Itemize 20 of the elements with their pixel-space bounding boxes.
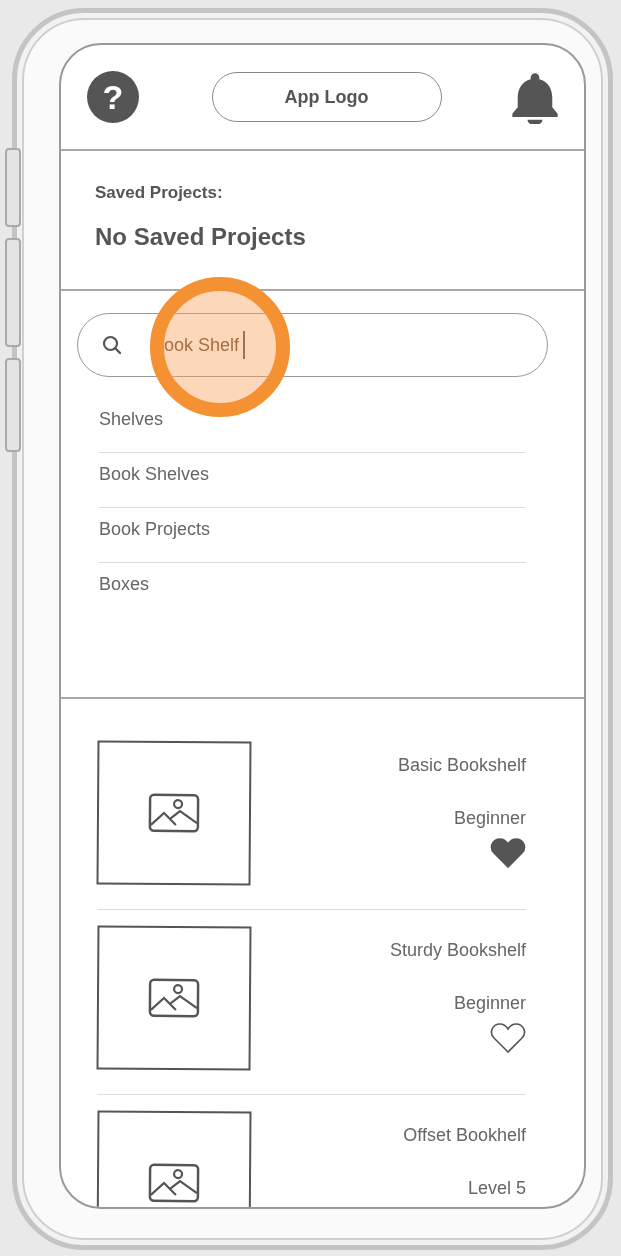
empty-message: No Saved Projects [95, 223, 307, 251]
section-label: Saved Projects: [95, 183, 224, 203]
suggestion-item[interactable]: Book Shelves [99, 441, 526, 508]
image-icon [147, 792, 201, 834]
heart-outline-icon[interactable] [490, 1022, 526, 1054]
text-cursor [243, 331, 245, 359]
suggestion-item[interactable]: Shelves [99, 386, 526, 453]
difficulty-label: Beginner [453, 993, 526, 1014]
search-icon [102, 335, 122, 355]
difficulty-label: Beginner [453, 808, 526, 829]
image-icon [147, 1162, 201, 1204]
help-icon[interactable]: ? [87, 71, 139, 123]
suggestion-item[interactable]: Book Projects [99, 496, 526, 563]
project-title[interactable]: Sturdy Bookshelf [389, 940, 526, 961]
difficulty-label: Level 5 [467, 1178, 526, 1199]
image-icon [147, 977, 201, 1019]
project-title[interactable]: Offset Bookhelf [403, 1125, 526, 1146]
filled-heart-icon[interactable] [490, 837, 526, 869]
app-logo-button[interactable]: App Logo [211, 72, 442, 122]
project-title[interactable]: Basic Bookshelf [397, 755, 526, 776]
